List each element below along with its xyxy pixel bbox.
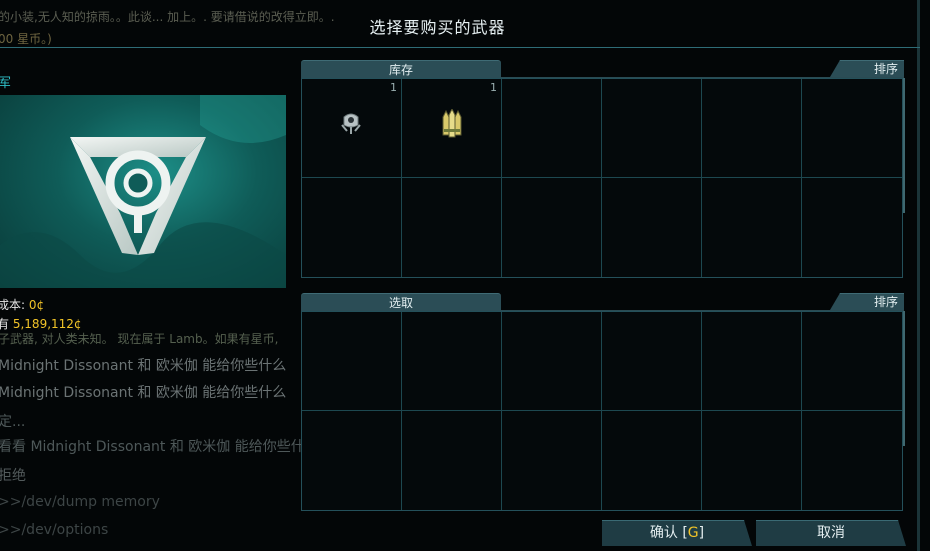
- dialog-frame-edge: [917, 0, 920, 551]
- owned-label: 有: [0, 317, 10, 331]
- confirm-button[interactable]: 确认 [G]: [602, 520, 752, 546]
- inventory-sort-button[interactable]: 排序: [830, 60, 904, 77]
- log-line: >>/dev/options: [0, 522, 109, 538]
- tab-selection[interactable]: 选取: [301, 293, 501, 312]
- owned-credits-value: 5,189,112¢: [12, 317, 82, 331]
- inventory-slot[interactable]: 1: [302, 79, 402, 178]
- inventory-grid: 1 1: [301, 78, 903, 278]
- log-line: Midnight Dissonant 和 欧米伽 能给你些什么: [0, 358, 287, 374]
- log-line: Midnight Dissonant 和 欧米伽 能给你些什么: [0, 385, 287, 401]
- dialog-title: 选择要购买的武器: [369, 18, 506, 37]
- log-line: 看看 Midnight Dissonant 和 欧米伽 能给你些什么: [0, 439, 319, 455]
- selection-slot[interactable]: [802, 312, 902, 411]
- confirm-hotkey: G: [687, 525, 699, 541]
- inventory-slot[interactable]: [602, 178, 702, 277]
- item-count: 1: [390, 81, 397, 94]
- log-line: 拒绝: [0, 468, 26, 484]
- cost-value: 0¢: [28, 298, 45, 312]
- selection-slot[interactable]: [502, 312, 602, 411]
- triple-missile-icon: [442, 109, 462, 138]
- log-line: 子武器, 对人类未知。 现在属于 Lamb。如果有星币,: [0, 332, 279, 346]
- faction-emblem-icon: [0, 95, 286, 288]
- title-divider: [0, 47, 920, 48]
- selection-slot[interactable]: [302, 411, 402, 510]
- cancel-button[interactable]: 取消: [756, 520, 906, 546]
- selection-slot[interactable]: [802, 411, 902, 510]
- inventory-slot[interactable]: [502, 178, 602, 277]
- inventory-slot[interactable]: [402, 178, 502, 277]
- selection-slot[interactable]: [402, 411, 502, 510]
- selection-grid: [301, 311, 903, 511]
- inventory-slot[interactable]: 1: [402, 79, 502, 178]
- confirm-label: 确认 [: [649, 525, 688, 541]
- selection-slot[interactable]: [702, 411, 802, 510]
- inventory-slot[interactable]: [802, 79, 902, 178]
- faction-portrait: [0, 95, 286, 288]
- confirm-label-suffix: ]: [698, 525, 705, 541]
- inventory-slot[interactable]: [702, 79, 802, 178]
- inventory-slot[interactable]: [802, 178, 902, 277]
- inventory-slot[interactable]: [302, 178, 402, 277]
- inventory-slot[interactable]: [602, 79, 702, 178]
- inventory-slot[interactable]: [702, 178, 802, 277]
- selection-slot[interactable]: [602, 312, 702, 411]
- item-count: 1: [490, 81, 497, 94]
- selection-scrollbar[interactable]: [903, 311, 905, 446]
- selection-slot[interactable]: [502, 411, 602, 510]
- selection-slot[interactable]: [302, 312, 402, 411]
- drone-weapon-icon: [341, 113, 361, 134]
- selection-slot[interactable]: [402, 312, 502, 411]
- selection-slot[interactable]: [602, 411, 702, 510]
- selection-sort-button[interactable]: 排序: [830, 293, 904, 310]
- log-line: 定...: [0, 414, 26, 430]
- log-line: >>/dev/dump memory: [0, 494, 160, 510]
- cost-label: 成本:: [0, 298, 26, 312]
- inventory-scrollbar[interactable]: [903, 78, 905, 213]
- faction-label: 军: [0, 76, 12, 91]
- selection-slot[interactable]: [702, 312, 802, 411]
- tab-inventory[interactable]: 库存: [301, 60, 501, 79]
- cost-row: 成本: 0¢: [0, 296, 44, 313]
- inventory-slot[interactable]: [502, 79, 602, 178]
